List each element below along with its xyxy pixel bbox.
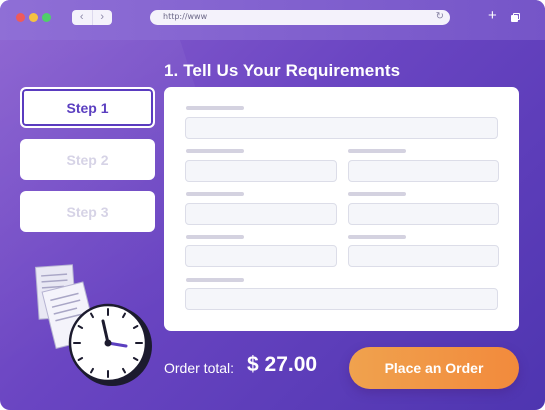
step-3-button[interactable]: Step 3 [20, 191, 155, 232]
form-field[interactable] [348, 160, 499, 182]
back-icon[interactable]: ‹ [72, 10, 92, 25]
clock-documents-illustration [34, 264, 152, 386]
form-field[interactable] [185, 117, 498, 139]
form-field[interactable] [185, 160, 337, 182]
form-field[interactable] [348, 203, 499, 225]
browser-window: ‹ › http://www ↻ + 1. Tell Us Your Requi… [0, 0, 545, 410]
minimize-window-dot[interactable] [29, 13, 38, 22]
field-label-placeholder [348, 235, 406, 239]
field-label-placeholder [186, 235, 244, 239]
field-label-placeholder [186, 106, 244, 110]
maximize-window-dot[interactable] [42, 13, 51, 22]
browser-toolbar: ‹ › http://www ↻ + [0, 0, 545, 40]
form-field[interactable] [185, 203, 337, 225]
forward-icon[interactable]: › [91, 10, 113, 25]
url-text: http://www [163, 12, 208, 21]
address-bar[interactable]: http://www ↻ [150, 10, 450, 25]
order-total-amount: $ 27.00 [247, 353, 318, 376]
step-1-button[interactable]: Step 1 [20, 87, 155, 128]
reload-icon[interactable]: ↻ [436, 11, 444, 22]
page-title: 1. Tell Us Your Requirements [164, 61, 401, 80]
field-label-placeholder [348, 149, 406, 153]
step-2-button[interactable]: Step 2 [20, 139, 155, 180]
field-label-placeholder [186, 278, 244, 282]
requirements-form [164, 87, 519, 331]
field-label-placeholder [186, 149, 244, 153]
order-total-label: Order total: [164, 360, 235, 376]
form-field[interactable] [348, 245, 499, 267]
plus-icon[interactable]: + [488, 8, 497, 23]
field-label-placeholder [348, 192, 406, 196]
form-field[interactable] [185, 245, 337, 267]
tabs-icon[interactable] [511, 13, 521, 23]
place-order-button[interactable]: Place an Order [349, 347, 519, 389]
clock-icon [68, 303, 152, 386]
field-label-placeholder [186, 192, 244, 196]
close-window-dot[interactable] [16, 13, 25, 22]
navigation-buttons: ‹ › [72, 10, 112, 25]
form-field[interactable] [185, 288, 498, 310]
